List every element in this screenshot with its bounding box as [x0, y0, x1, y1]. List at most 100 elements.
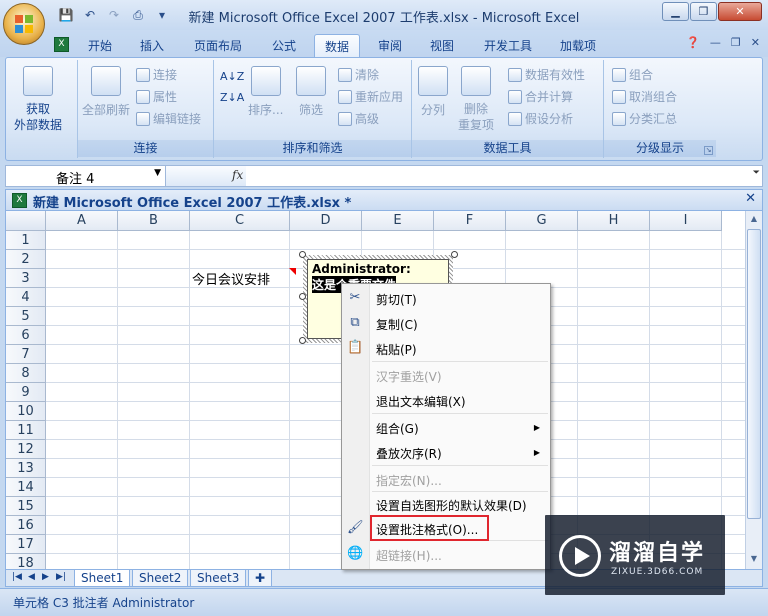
row-header[interactable]: 3 — [6, 269, 46, 288]
row-header[interactable]: 18 — [6, 554, 46, 569]
row-header[interactable]: 6 — [6, 326, 46, 345]
column-header[interactable]: C — [190, 211, 290, 231]
row-header[interactable]: 16 — [6, 516, 46, 535]
menu-item-group[interactable]: 组合(G) — [376, 420, 419, 437]
column-header[interactable]: F — [434, 211, 506, 231]
insert-sheet-icon[interactable]: ✚ — [248, 570, 273, 587]
expand-formula-bar-icon[interactable]: ⏷ — [753, 168, 760, 178]
resize-handle[interactable] — [451, 251, 458, 258]
mdi-close-icon[interactable]: ✕ — [751, 36, 760, 49]
sheet-tab-2[interactable]: Sheet2 — [132, 570, 189, 587]
sheet-tab-1[interactable]: Sheet1 — [74, 570, 131, 587]
menu-item-hyperlink[interactable]: 超链接(H)... — [376, 547, 442, 564]
help-icon[interactable]: ❓ — [686, 36, 700, 49]
mdi-restore-icon[interactable]: ❐ — [731, 36, 741, 49]
row-header[interactable]: 4 — [6, 288, 46, 307]
text-to-columns-button[interactable]: 分列 — [418, 66, 448, 118]
scroll-thumb[interactable] — [747, 229, 761, 519]
row-header[interactable]: 1 — [6, 231, 46, 250]
row-header[interactable]: 11 — [6, 421, 46, 440]
tab-view[interactable]: 视图 — [420, 34, 464, 57]
office-button[interactable] — [3, 3, 45, 45]
reapply-button[interactable]: 重新应用 — [338, 88, 403, 105]
column-header[interactable]: G — [506, 211, 578, 231]
scroll-up-icon[interactable]: ▲ — [747, 211, 761, 227]
tab-formulas[interactable]: 公式 — [262, 34, 306, 57]
consolidate-button[interactable]: 合并计算 — [508, 88, 573, 105]
menu-item-exit-edit[interactable]: 退出文本编辑(X) — [376, 393, 466, 410]
sort-asc-icon[interactable]: A↓Z — [220, 70, 244, 83]
menu-item-order[interactable]: 叠放次序(R) — [376, 445, 442, 462]
minimize-button[interactable]: ▁ — [662, 2, 689, 21]
get-external-data-button[interactable]: 获取 外部数据 — [14, 66, 62, 133]
column-header[interactable]: B — [118, 211, 190, 231]
tab-developer[interactable]: 开发工具 — [474, 34, 542, 57]
row-header[interactable]: 9 — [6, 383, 46, 402]
row-header[interactable]: 2 — [6, 250, 46, 269]
column-header[interactable]: H — [578, 211, 650, 231]
remove-duplicates-button[interactable]: 删除 重复项 — [458, 66, 494, 133]
mdi-minimize-icon[interactable]: — — [710, 36, 721, 49]
excel-icon: X — [54, 37, 69, 52]
advanced-button[interactable]: 高级 — [338, 110, 379, 127]
row-header[interactable]: 8 — [6, 364, 46, 383]
vertical-scrollbar[interactable]: ▲ ▼ — [745, 211, 762, 569]
row-header[interactable]: 5 — [6, 307, 46, 326]
chevron-down-icon[interactable]: ▼ — [154, 168, 161, 178]
row-header[interactable]: 7 — [6, 345, 46, 364]
clear-button[interactable]: 清除 — [338, 66, 379, 83]
properties-button[interactable]: 属性 — [136, 88, 177, 105]
resize-handle[interactable] — [299, 293, 306, 300]
scroll-down-icon[interactable]: ▼ — [747, 551, 761, 567]
refresh-all-button[interactable]: 全部刷新 — [82, 66, 130, 118]
tab-review[interactable]: 审阅 — [368, 34, 412, 57]
column-header[interactable]: E — [362, 211, 434, 231]
column-header[interactable]: D — [290, 211, 362, 231]
row-header[interactable]: 13 — [6, 459, 46, 478]
sort-button[interactable]: 排序... — [248, 66, 283, 118]
row-header[interactable]: 14 — [6, 478, 46, 497]
edit-links-button[interactable]: 编辑链接 — [136, 110, 201, 127]
group-button[interactable]: 组合 — [612, 66, 653, 83]
close-button[interactable]: ✕ — [718, 2, 762, 21]
sheet-tab-3[interactable]: Sheet3 — [190, 570, 247, 587]
first-sheet-icon[interactable]: |◀ — [12, 572, 22, 582]
fx-icon[interactable]: fx — [232, 168, 243, 182]
tab-insert[interactable]: 插入 — [130, 34, 174, 57]
restore-button[interactable]: ❐ — [690, 2, 717, 21]
menu-item-copy[interactable]: 复制(C) — [376, 316, 418, 333]
name-box[interactable]: 备注 4 ▼ — [6, 166, 166, 187]
row-header[interactable]: 15 — [6, 497, 46, 516]
tab-addins[interactable]: 加载项 — [550, 34, 606, 57]
next-sheet-icon[interactable]: ▶ — [42, 572, 49, 582]
row-header[interactable]: 10 — [6, 402, 46, 421]
workbook-close-icon[interactable]: ✕ — [745, 191, 756, 206]
menu-item-reconvert[interactable]: 汉字重选(V) — [376, 368, 442, 385]
menu-item-paste[interactable]: 粘贴(P) — [376, 341, 417, 358]
resize-handle[interactable] — [299, 337, 306, 344]
last-sheet-icon[interactable]: ▶| — [56, 572, 66, 582]
subtotal-button[interactable]: 分类汇总 — [612, 110, 677, 127]
tab-data[interactable]: 数据 — [314, 34, 361, 57]
sort-desc-icon[interactable]: Z↓A — [220, 91, 244, 104]
column-header[interactable]: A — [46, 211, 118, 231]
column-header[interactable]: I — [650, 211, 722, 231]
row-header[interactable]: 17 — [6, 535, 46, 554]
menu-item-cut[interactable]: 剪切(T) — [376, 291, 417, 308]
ungroup-button[interactable]: 取消组合 — [612, 88, 677, 105]
dialog-launcher-icon[interactable]: ↘ — [704, 146, 713, 155]
connections-button[interactable]: 连接 — [136, 66, 177, 83]
select-all-corner[interactable] — [6, 211, 46, 231]
tab-page-layout[interactable]: 页面布局 — [184, 34, 252, 57]
row-header[interactable]: 12 — [6, 440, 46, 459]
tab-home[interactable]: 开始 — [78, 34, 122, 57]
prev-sheet-icon[interactable]: ◀ — [28, 572, 35, 582]
menu-item-assign-macro[interactable]: 指定宏(N)... — [376, 472, 442, 489]
formula-bar: 备注 4 ▼ fx ⏷ — [5, 165, 763, 187]
cell-c3[interactable]: 今日会议安排 — [192, 269, 270, 288]
resize-handle[interactable] — [299, 251, 306, 258]
what-if-button[interactable]: 假设分析 — [508, 110, 573, 127]
filter-button[interactable]: 筛选 — [296, 66, 326, 118]
data-validation-button[interactable]: 数据有效性 — [508, 66, 585, 83]
menu-item-set-default[interactable]: 设置自选图形的默认效果(D) — [376, 497, 527, 514]
